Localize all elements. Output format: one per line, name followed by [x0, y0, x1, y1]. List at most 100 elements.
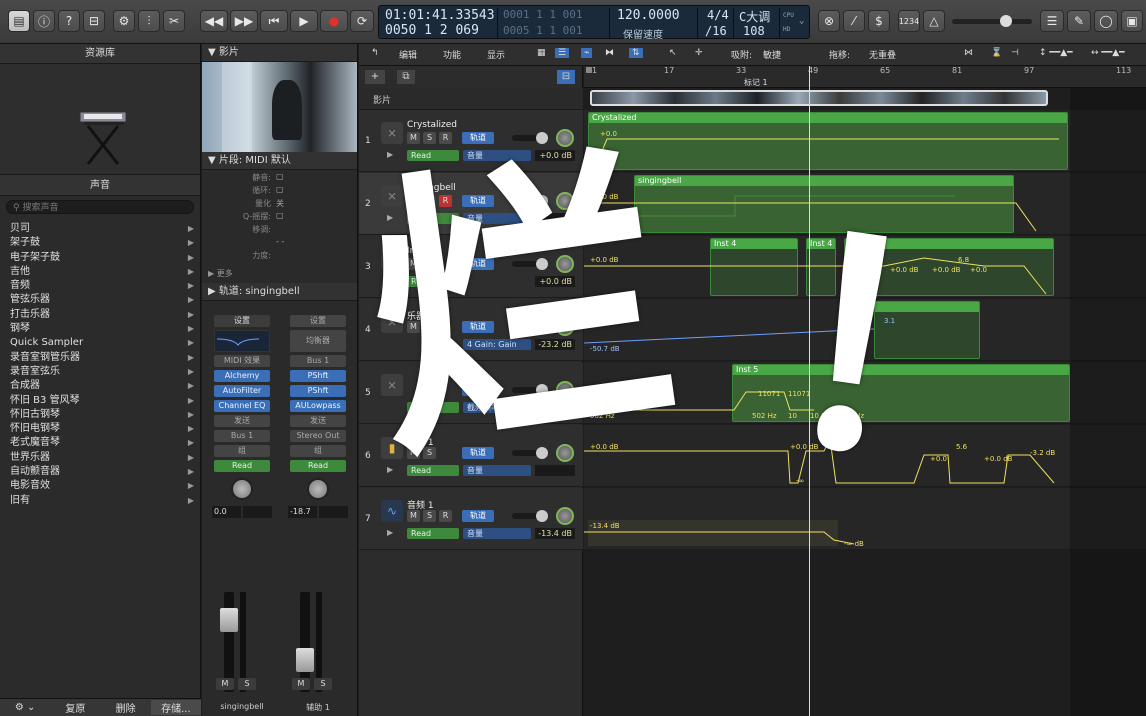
rewind-icon[interactable]: ◀◀ [200, 10, 228, 32]
region[interactable]: Crystalized [588, 112, 1068, 170]
to-start-icon[interactable]: ⏮ [260, 10, 288, 32]
track-lane[interactable]: +0.0 dB +0.0 dB +0.0 5.6 +0.0 dB -3.2 dB… [584, 425, 1146, 487]
library-item[interactable]: 怀旧电钢琴 ▶ [0, 422, 200, 436]
automation-param[interactable]: 音量 [463, 213, 531, 224]
automation-icon[interactable]: ⌁ [581, 48, 593, 58]
pan-knob[interactable] [556, 507, 574, 525]
zoom-fit-icon[interactable]: ⌛ [991, 48, 1002, 58]
movie-header[interactable]: ▼ 影片 [202, 44, 357, 62]
master-volume-slider[interactable] [952, 15, 1032, 27]
track-volume-slider[interactable] [512, 384, 548, 396]
pan-knob[interactable] [231, 478, 253, 500]
add-track-button[interactable]: + [365, 70, 385, 84]
vertical-zoom-slider[interactable]: ↕ ━━▲━ [1039, 48, 1073, 58]
automation-value[interactable]: -13.4 dB [535, 528, 575, 539]
delete-button[interactable]: 删除 [101, 700, 151, 715]
functions-menu[interactable]: 功能 [443, 48, 461, 61]
track-mode[interactable]: 轨道 [462, 132, 494, 144]
automation-param[interactable]: 音量 [463, 528, 531, 539]
browser-icon[interactable]: ▣ [1121, 10, 1143, 32]
track-name[interactable]: Crystalized [407, 120, 457, 130]
track-mode[interactable]: 轨道 [462, 384, 494, 396]
library-item[interactable]: Quick Sampler ▶ [0, 336, 200, 350]
record-enable-button[interactable]: R [439, 132, 452, 144]
play-icon[interactable]: ▶ [387, 465, 393, 474]
solo-button[interactable]: S [423, 195, 436, 207]
setting-button[interactable]: 设置 [290, 315, 346, 327]
quantize-select[interactable]: 关 [276, 198, 284, 209]
library-item[interactable]: 电子架子鼓 ▶ [0, 251, 200, 265]
plugin-slot[interactable]: AULowpass [290, 400, 346, 412]
library-item[interactable]: 世界乐器 ▶ [0, 451, 200, 465]
play-icon[interactable]: ▶ [387, 528, 393, 537]
library-item[interactable]: 怀旧 B3 管风琴 ▶ [0, 394, 200, 408]
snap-select[interactable]: 敏捷 [763, 48, 781, 61]
library-item[interactable]: 音频 ▶ [0, 279, 200, 293]
track-name[interactable]: singingbell [407, 183, 456, 193]
pan-knob[interactable] [307, 478, 329, 500]
notes-icon[interactable]: ✎ [1067, 10, 1091, 32]
chevron-down-icon[interactable]: ⌄ [799, 16, 804, 26]
scissors-icon[interactable]: ✂ [163, 10, 185, 32]
automation-param[interactable]: 截频频率 [463, 402, 531, 413]
eq-slot[interactable]: 均衡器 [290, 330, 346, 352]
play-icon[interactable]: ▶ [387, 276, 393, 285]
duplicate-track-icon[interactable]: ⧉ [397, 70, 415, 84]
pointer-tool-icon[interactable]: ↖ [669, 48, 677, 58]
mute-button[interactable]: M [216, 678, 234, 690]
list-view-icon[interactable]: ☰ [555, 48, 570, 58]
library-item[interactable]: 怀旧古钢琴 ▶ [0, 408, 200, 422]
timeline-ruler[interactable]: 1 17 33 49 65 81 97 113 标记 1 [584, 66, 1146, 88]
back-icon[interactable]: ↰ [371, 48, 379, 58]
track-row[interactable]: 2 ⨯ singingbell MSR 轨道 ▶ Read 音量 [359, 173, 583, 235]
automation-value[interactable]: -23.2 dB [535, 339, 575, 350]
mute-button[interactable]: M [407, 447, 420, 459]
plugin-slot[interactable]: AutoFilter [214, 385, 270, 397]
library-item[interactable]: 录音室钢管乐器 ▶ [0, 351, 200, 365]
output-slot[interactable]: Bus 1 [214, 430, 270, 442]
mute-button[interactable]: M [407, 195, 420, 207]
setting-button[interactable]: 设置 [214, 315, 270, 327]
library-item[interactable]: 自动颤音器 ▶ [0, 465, 200, 479]
edit-menu[interactable]: 编辑 [399, 48, 417, 61]
send-slot[interactable]: 发送 [214, 415, 270, 427]
record-enable-button[interactable]: R [439, 510, 452, 522]
library-item[interactable]: 旧有 ▶ [0, 494, 200, 508]
plugin-slot[interactable]: Alchemy [214, 370, 270, 382]
library-item[interactable]: 管弦乐器 ▶ [0, 293, 200, 307]
crosshair-tool-icon[interactable]: ✛ [695, 48, 703, 58]
mute-button[interactable]: M [407, 132, 420, 144]
play-icon[interactable]: ▶ [290, 10, 318, 32]
movie-thumbnails[interactable] [590, 90, 1048, 106]
cycle-icon[interactable]: ⟳ [350, 10, 374, 32]
automation-mode[interactable]: Read [407, 276, 459, 287]
help-icon[interactable]: ? [58, 10, 80, 32]
automation-param[interactable]: 4 Gain: Gain [463, 339, 531, 350]
track-mode[interactable]: 轨道 [462, 447, 494, 459]
track-volume-slider[interactable] [512, 510, 548, 522]
marker-label[interactable]: 标记 1 [744, 77, 768, 88]
save-button[interactable]: 存储... [150, 700, 201, 715]
mixer-icon[interactable]: ⫶ [138, 10, 160, 32]
mute-button[interactable]: M [292, 678, 310, 690]
library-item[interactable]: 电影音效 ▶ [0, 479, 200, 493]
region-header[interactable]: ▼ 片段: MIDI 默认 [202, 152, 357, 170]
track-volume-slider[interactable] [512, 132, 548, 144]
more-toggle[interactable]: ▶ 更多 [202, 265, 357, 283]
playhead[interactable] [809, 66, 810, 716]
library-item[interactable]: 录音室弦乐 ▶ [0, 365, 200, 379]
automation-value[interactable] [535, 213, 575, 224]
track-volume-slider[interactable] [512, 447, 548, 459]
library-item[interactable]: 老式魔音琴 ▶ [0, 436, 200, 450]
list-icon[interactable]: ☰ [1040, 10, 1064, 32]
flex-icon[interactable]: ⧓ [605, 48, 614, 58]
grid-view-icon[interactable]: ▦ [537, 48, 546, 58]
solo-button[interactable]: S [423, 510, 436, 522]
pan-knob[interactable] [556, 444, 574, 462]
automation-mode[interactable]: Read [407, 528, 459, 539]
catch-icon[interactable]: ⇅ [629, 48, 643, 58]
track-mode[interactable]: 轨道 [462, 510, 494, 522]
track-lane[interactable]: singingbell +0.0 dB [584, 173, 1146, 235]
automation-value[interactable]: +0.0 dB [535, 276, 575, 287]
automation-mode[interactable]: Read [290, 460, 346, 472]
